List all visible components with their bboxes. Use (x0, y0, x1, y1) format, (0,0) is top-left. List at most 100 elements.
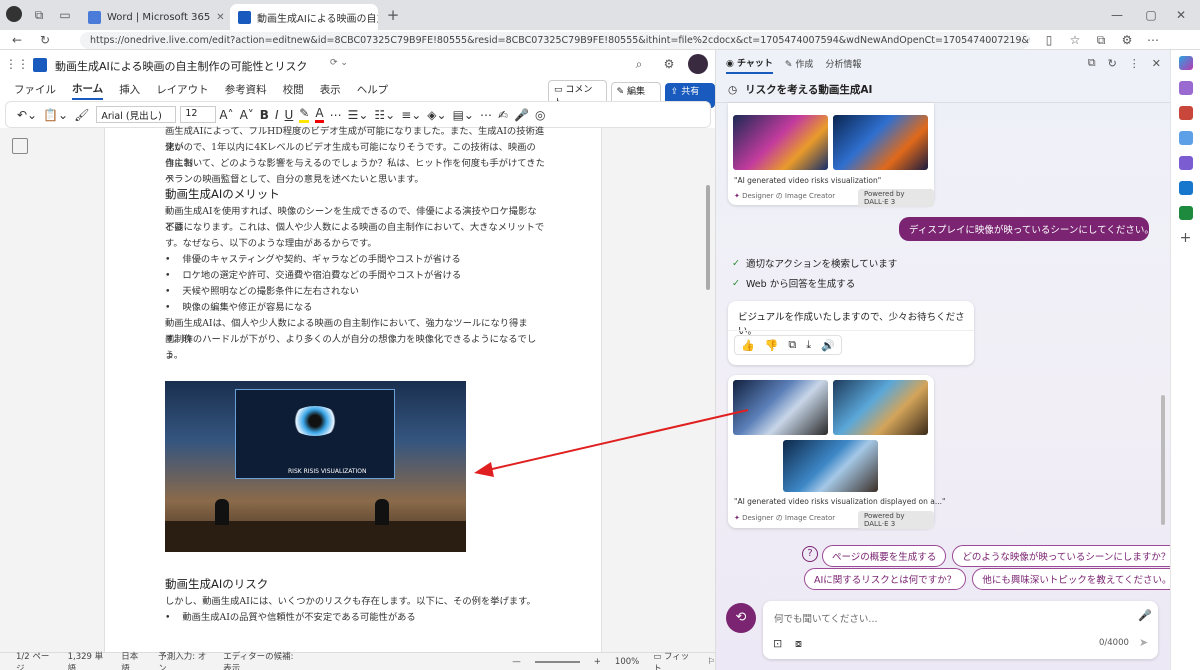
tab-word-home[interactable]: Word | Microsoft 365 ✕ (80, 4, 228, 30)
tab-document[interactable]: 動画生成AIによる映画の自主制作の ✕ (230, 4, 378, 30)
editor-icon[interactable]: ✍ (498, 108, 508, 122)
open-new-icon[interactable]: ⧉ (1088, 56, 1096, 70)
font-size-select[interactable]: 12 (180, 106, 217, 123)
paste-icon[interactable]: 📋⌄ (43, 108, 68, 122)
zoom-in-icon[interactable]: + (594, 657, 601, 667)
copy-icon[interactable]: ⧉ (788, 338, 796, 352)
menu-home[interactable]: ホーム (72, 79, 104, 100)
extensions-icon[interactable]: ⚙ (1118, 31, 1136, 49)
italic-icon[interactable]: I (275, 108, 279, 122)
help-icon[interactable]: ? (802, 546, 818, 562)
url-field[interactable]: https://onedrive.live.com/edit?action=ed… (80, 32, 1030, 49)
image-search-icon[interactable]: ⊡ (773, 637, 782, 650)
document-title[interactable]: 動画生成AIによる映画の自主制作の可能性とリスク (55, 58, 307, 74)
styles-icon[interactable]: ▤⌄ (453, 108, 474, 122)
tools-icon[interactable] (1178, 131, 1193, 145)
menu-references[interactable]: 参考資料 (225, 80, 267, 99)
chat-input[interactable]: 何でも聞いてください... (774, 611, 878, 625)
generated-image[interactable] (733, 115, 828, 170)
menu-view[interactable]: 表示 (320, 80, 341, 99)
zoom-out-icon[interactable]: — (512, 657, 521, 667)
workspaces-icon[interactable]: ⧉ (30, 6, 48, 24)
menu-file[interactable]: ファイル (14, 80, 56, 99)
more-formatting-icon[interactable]: ⋯ (330, 108, 342, 122)
zoom-level[interactable]: 100% (615, 657, 639, 667)
games-icon[interactable] (1178, 156, 1193, 170)
thumbs-down-icon[interactable]: 👎 (765, 339, 779, 352)
more-icon[interactable]: ⋮ (1129, 57, 1140, 70)
copilot-sidebar-icon[interactable] (1178, 56, 1193, 70)
menu-help[interactable]: ヘルプ (357, 80, 389, 99)
dictate-icon[interactable]: 🎤 (514, 108, 529, 122)
menu-review[interactable]: 校閲 (283, 80, 304, 99)
tab-actions-icon[interactable]: ▭ (56, 6, 74, 24)
highlight-icon[interactable]: ✎ (299, 106, 310, 123)
generated-image[interactable] (833, 115, 928, 170)
back-icon[interactable]: ← (8, 31, 26, 49)
undo-icon[interactable]: ↶⌄ (17, 108, 37, 122)
settings-icon[interactable]: ⚙ (660, 55, 678, 73)
page-count[interactable]: 1/2 ページ (16, 650, 54, 670)
refresh-chat-icon[interactable]: ↻ (1108, 57, 1117, 70)
generated-image[interactable] (833, 380, 928, 435)
close-pane-icon[interactable]: ✕ (1152, 57, 1161, 70)
more-icon[interactable]: ⋯ (1144, 31, 1162, 49)
new-topic-button[interactable]: ⟲ (726, 603, 756, 633)
text-prediction[interactable]: 予測入力: オン (158, 650, 209, 670)
search-sidebar-icon[interactable] (1178, 81, 1193, 95)
outlook-icon[interactable] (1178, 181, 1193, 195)
favorites-icon[interactable]: ☆ (1066, 31, 1084, 49)
tab-chat[interactable]: ◉ チャット (726, 53, 773, 74)
screenshot-icon[interactable]: ⧇ (795, 637, 802, 651)
zoom-slider[interactable] (534, 660, 580, 663)
suggestion-chip[interactable]: どのような映像が映っているシーンにしますか？ (952, 545, 1181, 567)
title-dropdown-icon[interactable]: ⟳ ⌄ (330, 58, 348, 68)
language[interactable]: 日本語 (121, 650, 144, 670)
shopping-icon[interactable] (1178, 106, 1193, 120)
navigation-pane-icon[interactable] (12, 138, 28, 154)
thumbs-up-icon[interactable]: 👍 (741, 339, 755, 352)
more-icon[interactable]: ⋯ (480, 108, 492, 122)
font-color-icon[interactable]: A (315, 106, 324, 123)
send-icon[interactable]: ➤ (1139, 636, 1148, 649)
refresh-icon[interactable]: ↻ (36, 31, 54, 49)
speaker-icon[interactable]: 🔊 (821, 339, 835, 352)
bold-icon[interactable]: B (260, 108, 269, 122)
format-painter-icon[interactable]: 🖌 (74, 108, 89, 122)
download-icon[interactable]: ⤓ (806, 338, 811, 352)
generated-image[interactable] (783, 440, 878, 492)
minimize-icon[interactable]: — (1108, 6, 1126, 24)
shading-icon[interactable]: ◈⌄ (427, 108, 446, 122)
document-page[interactable]: 画生成AIによって、フルHD程度のビデオ生成が可能になりました。また、生成AIの… (104, 126, 602, 652)
menu-insert[interactable]: 挿入 (119, 80, 140, 99)
close-window-icon[interactable]: ✕ (1172, 6, 1190, 24)
feedback-icon[interactable]: ⚐ (707, 657, 715, 667)
generated-image[interactable] (733, 380, 828, 435)
chat-input-box[interactable]: 何でも聞いてください... 🎤 ⊡ ⧇ 0/4000 ➤ (763, 601, 1158, 659)
fit-button[interactable]: ▭ フィット (653, 650, 693, 670)
user-avatar[interactable] (688, 54, 708, 74)
tab-compose[interactable]: ✎ 作成 (785, 57, 813, 70)
history-icon[interactable]: ◷ (728, 84, 737, 96)
microphone-icon[interactable]: 🎤 (1138, 609, 1152, 622)
align-icon[interactable]: ≡⌄ (401, 108, 421, 122)
suggestion-chip[interactable]: ページの概要を生成する (822, 545, 947, 567)
shrink-font-icon[interactable]: A˅ (240, 108, 254, 122)
menu-layout[interactable]: レイアウト (156, 80, 209, 99)
word-count[interactable]: 1,329 単語 (68, 650, 108, 670)
editor-suggestions[interactable]: エディターの候補: 表示 (223, 650, 304, 670)
search-icon[interactable]: ⌕ (630, 55, 648, 73)
grow-font-icon[interactable]: A˄ (219, 108, 233, 122)
profile-avatar[interactable] (6, 6, 22, 22)
document-image[interactable]: RISK RISIS VISUALIZATION (165, 381, 466, 552)
close-tab-icon[interactable]: ✕ (216, 12, 224, 23)
split-screen-icon[interactable]: ▯ (1040, 31, 1058, 49)
document-scrollbar[interactable] (706, 185, 710, 290)
tab-insights[interactable]: 分析情報 (825, 57, 861, 70)
copilot-scrollbar[interactable] (1161, 395, 1165, 525)
suggestion-chip[interactable]: AIに関するリスクとは何ですか？ (804, 568, 967, 590)
excel-icon[interactable] (1178, 206, 1193, 220)
new-tab-icon[interactable]: + (384, 6, 402, 24)
copilot-ribbon-icon[interactable]: ◎ (535, 108, 545, 122)
font-name-select[interactable]: Arial (見出し) (96, 106, 177, 123)
